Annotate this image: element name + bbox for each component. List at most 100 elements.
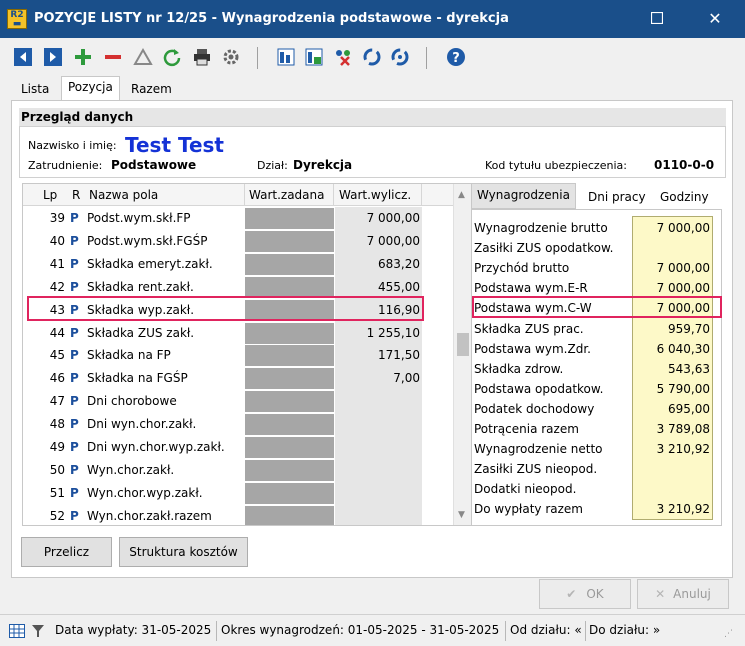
row-computed-value: 683,20 — [378, 256, 420, 271]
prev-button[interactable] — [13, 47, 33, 67]
summary-label: Przychód brutto — [474, 261, 570, 276]
summary-row: Podstawa wym.C-W 7 000,00 — [472, 298, 723, 318]
calc-button[interactable]: Przelicz — [21, 537, 112, 567]
summary-value: 7 000,00 — [656, 301, 710, 316]
row-set-value[interactable] — [245, 505, 334, 525]
row-lp: 52 — [49, 508, 65, 523]
tab-razem[interactable]: Razem — [124, 78, 179, 100]
row-set-value[interactable] — [245, 459, 334, 481]
help-button[interactable]: ? — [446, 47, 466, 67]
grid-scrollbar[interactable]: ▲ ▼ — [453, 184, 471, 525]
row-set-value[interactable] — [245, 391, 334, 413]
grid-header: Lp R Nazwa pola Wart.zadana Wart.wylicz. — [23, 184, 471, 206]
employee-name: Test Test — [125, 133, 224, 157]
row-type-badge: P — [70, 462, 79, 477]
summary-value: 3 210,92 — [656, 442, 710, 457]
report-alt-button[interactable] — [304, 47, 324, 67]
row-set-value[interactable] — [245, 253, 334, 275]
col-r-header[interactable]: R — [72, 188, 80, 202]
row-set-value[interactable] — [245, 437, 334, 458]
next-button[interactable] — [43, 47, 63, 67]
row-computed-value: 116,90 — [378, 302, 420, 317]
add-button[interactable] — [73, 47, 93, 67]
cross-items-icon — [336, 50, 350, 66]
table-icon[interactable] — [9, 624, 25, 638]
table-row[interactable]: 49 P Dni wyn.chor.wyp.zakł. — [23, 436, 453, 459]
scrollbar-thumb[interactable] — [457, 333, 469, 356]
row-field-name: Składka emeryt.zakł. — [87, 256, 213, 271]
employee-info: Nazwisko i imię: Test Test Zatrudnienie:… — [19, 126, 726, 178]
status-separator — [216, 621, 217, 641]
maximize-button[interactable] — [634, 0, 680, 38]
remove-items-button[interactable] — [333, 47, 353, 67]
table-row[interactable]: 52 P Wyn.chor.zakł.razem — [23, 505, 453, 525]
arrow-left-icon — [14, 48, 32, 66]
table-row[interactable]: 46 P Składka na FGŚP 7,00 — [23, 367, 453, 390]
pay-period: Okres wynagrodzeń: 01-05-2025 - 31-05-20… — [221, 623, 500, 637]
tab-wynagrodzenia[interactable]: Wynagrodzenia — [471, 183, 576, 209]
report-button[interactable] — [276, 47, 296, 67]
insurance-label: Kod tytułu ubezpieczenia: — [485, 159, 627, 172]
row-set-value[interactable] — [245, 482, 334, 504]
row-type-badge: P — [70, 508, 79, 523]
row-field-name: Składka rent.zakł. — [87, 279, 194, 294]
row-set-value[interactable] — [245, 345, 334, 367]
cost-structure-button[interactable]: Struktura kosztów — [119, 537, 248, 567]
sync-icon — [363, 48, 381, 66]
row-set-value[interactable] — [245, 276, 334, 298]
printer-icon — [194, 49, 210, 66]
summary-label: Podstawa wym.E-R — [474, 281, 588, 296]
row-set-value[interactable] — [245, 208, 334, 229]
table-row[interactable]: 42 P Składka rent.zakł. 455,00 — [23, 276, 453, 299]
col-name-header[interactable]: Nazwa pola — [89, 188, 158, 202]
table-row[interactable]: 45 P Składka na FP 171,50 — [23, 344, 453, 367]
edit-button[interactable] — [133, 47, 153, 67]
scroll-down-icon[interactable]: ▼ — [458, 510, 465, 520]
table-row[interactable]: 40 P Podst.wym.skł.FGŚP 7 000,00 — [23, 230, 453, 253]
summary-row: Wynagrodzenie brutto 7 000,00 — [472, 218, 723, 238]
resize-grip-icon[interactable]: ⋰ — [724, 629, 733, 639]
row-field-name: Składka na FGŚP — [87, 371, 188, 386]
row-computed-value: 7 000,00 — [366, 211, 420, 225]
table-row[interactable]: 51 P Wyn.chor.wyp.zakł. — [23, 482, 453, 505]
row-lp: 46 — [49, 371, 65, 386]
summary-label: Wynagrodzenie netto — [474, 442, 603, 457]
tab-pozycja[interactable]: Pozycja — [61, 76, 120, 100]
scroll-up-icon[interactable]: ▲ — [458, 190, 465, 200]
summary-row: Przychód brutto 7 000,00 — [472, 258, 723, 278]
close-button[interactable]: ✕ — [692, 0, 738, 38]
row-set-value[interactable] — [245, 230, 334, 252]
sync-button[interactable] — [362, 47, 382, 67]
col-lp-header[interactable]: Lp — [43, 188, 57, 202]
row-type-badge: P — [70, 371, 79, 386]
print-button[interactable] — [192, 47, 212, 67]
refresh-button[interactable] — [162, 47, 182, 67]
table-row[interactable]: 41 P Składka emeryt.zakł. 683,20 — [23, 253, 453, 276]
row-field-name: Składka na FP — [87, 348, 171, 363]
row-set-value[interactable] — [245, 414, 334, 436]
row-set-value[interactable] — [245, 299, 334, 321]
ok-button[interactable]: ✔ OK — [539, 579, 631, 609]
summary-tabs: Wynagrodzenia Dni pracy Godziny — [471, 183, 721, 209]
row-set-value[interactable] — [245, 368, 334, 390]
filter-icon[interactable] — [31, 624, 45, 638]
cross-icon: ✕ — [655, 587, 666, 601]
row-set-value[interactable] — [245, 322, 334, 344]
tab-lista[interactable]: Lista — [14, 78, 56, 100]
table-row[interactable]: 44 P Składka ZUS zakł. 1 255,10 — [23, 322, 453, 345]
table-report-icon — [277, 48, 295, 66]
info-tool-button[interactable] — [390, 47, 410, 67]
col-computed-value-header[interactable]: Wart.wylicz. — [339, 188, 411, 202]
tab-godziny[interactable]: Godziny — [654, 185, 715, 209]
col-set-value-header[interactable]: Wart.zadana — [249, 188, 325, 202]
table-row[interactable]: 50 P Wyn.chor.zakł. — [23, 459, 453, 482]
table-row[interactable]: 48 P Dni wyn.chor.zakł. — [23, 413, 453, 436]
table-row[interactable]: 47 P Dni chorobowe — [23, 390, 453, 413]
table-row[interactable]: 43 P Składka wyp.zakł. 116,90 — [23, 299, 453, 322]
delete-button[interactable] — [103, 47, 123, 67]
settings-button[interactable] — [221, 47, 241, 67]
cancel-button[interactable]: ✕ Anuluj — [637, 579, 729, 609]
tab-dni-pracy[interactable]: Dni pracy — [582, 185, 652, 209]
table-row[interactable]: 39 P Podst.wym.skł.FP 7 000,00 — [23, 207, 453, 230]
row-lp: 48 — [49, 417, 65, 432]
